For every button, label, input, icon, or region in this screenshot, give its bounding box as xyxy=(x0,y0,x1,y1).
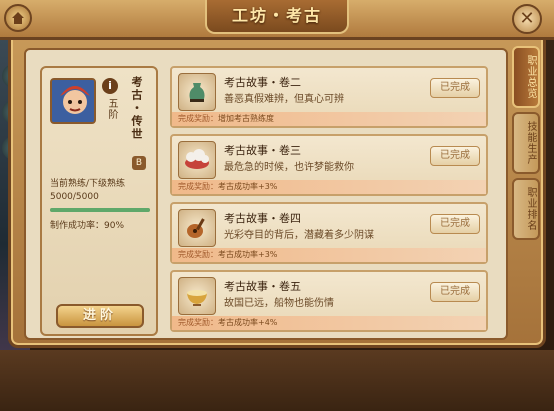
reward-bar: 完成奖励：考古成功率+3% xyxy=(172,248,486,262)
skill-value: 5000/5000 xyxy=(50,192,99,202)
character-portrait-icon xyxy=(52,80,94,122)
job-title: 考古・传世 xyxy=(130,76,143,141)
title-bar: 工坊・考古 ✕ xyxy=(0,0,554,40)
item-title: 考古故事・卷四 xyxy=(224,212,301,225)
lute-icon xyxy=(178,209,216,247)
reward-label: 完成奖励： xyxy=(178,250,218,259)
bowl-icon xyxy=(178,277,216,315)
reward-bar: 完成奖励：增加考古熟练度 xyxy=(172,112,486,126)
character-panel: i 五阶 考古・传世 B 当前熟练/下级熟练 5000/5000 制作成功率：9… xyxy=(40,66,158,336)
reward-bar: 完成奖励：考古成功率+4% xyxy=(172,316,486,330)
item-title: 考古故事・卷三 xyxy=(224,144,301,157)
game-screen: 活 商 坐 工坊・考古 ✕ 职业总览 技能生产 职业排名 i 五阶 xyxy=(0,0,554,411)
reward-value: 考古成功率+3% xyxy=(218,182,278,191)
completed-button[interactable]: 已完成 xyxy=(430,282,480,302)
home-icon xyxy=(12,12,24,24)
skill-progress-fill xyxy=(50,208,150,212)
bottom-hud xyxy=(0,350,554,411)
item-desc: 善恶真假难辨，但真心可辨 xyxy=(224,94,344,105)
reward-value: 考古成功率+4% xyxy=(218,318,278,327)
home-button[interactable] xyxy=(4,4,32,32)
reward-label: 完成奖励： xyxy=(178,182,218,191)
reward-bar: 完成奖励：考古成功率+3% xyxy=(172,180,486,194)
reward-value: 增加考古熟练度 xyxy=(218,114,274,123)
tab-job-ranking[interactable]: 职业排名 xyxy=(512,178,540,240)
list-item: 考古故事・卷四 光彩夺目的背后，潜藏着多少阴谋 已完成 完成奖励：考古成功率+3… xyxy=(170,202,488,264)
success-rate: 制作成功率：90% xyxy=(50,221,125,231)
completed-button[interactable]: 已完成 xyxy=(430,146,480,166)
reward-value: 考古成功率+3% xyxy=(218,250,278,259)
reward-label: 完成奖励： xyxy=(178,114,218,123)
lock-icon: B xyxy=(132,156,146,170)
story-list: 考古故事・卷二 善恶真假难辨，但真心可辨 已完成 完成奖励：增加考古熟练度 考古… xyxy=(170,66,490,336)
item-desc: 最危急的时候，也许梦能救你 xyxy=(224,162,354,173)
item-title: 考古故事・卷二 xyxy=(224,76,301,89)
item-title: 考古故事・卷五 xyxy=(224,280,301,293)
info-icon[interactable]: i xyxy=(102,78,118,94)
jade-vase-icon xyxy=(178,73,216,111)
rank-label: 五阶 xyxy=(106,98,117,120)
list-item: 考古故事・卷三 最危急的时候，也许梦能救你 已完成 完成奖励：考古成功率+3% xyxy=(170,134,488,196)
skill-label: 当前熟练/下级熟练 xyxy=(50,179,126,189)
item-desc: 故国已远，船物也能伤情 xyxy=(224,298,334,309)
completed-button[interactable]: 已完成 xyxy=(430,214,480,234)
avatar xyxy=(50,78,96,124)
item-desc: 光彩夺目的背后，潜藏着多少阴谋 xyxy=(224,230,374,241)
page-title: 工坊・考古 xyxy=(205,0,349,34)
close-button[interactable]: ✕ xyxy=(512,4,542,34)
reward-label: 完成奖励： xyxy=(178,318,218,327)
completed-button[interactable]: 已完成 xyxy=(430,78,480,98)
advance-button[interactable]: 进阶 xyxy=(56,304,144,328)
tab-job-overview[interactable]: 职业总览 xyxy=(512,46,540,108)
list-item: 考古故事・卷五 故国已远，船物也能伤情 已完成 完成奖励：考古成功率+4% xyxy=(170,270,488,332)
skill-progress-bar xyxy=(50,208,150,212)
tab-skill-production[interactable]: 技能生产 xyxy=(512,112,540,174)
list-item: 考古故事・卷二 善恶真假难辨，但真心可辨 已完成 完成奖励：增加考古熟练度 xyxy=(170,66,488,128)
cloud-pillow-icon xyxy=(178,141,216,179)
